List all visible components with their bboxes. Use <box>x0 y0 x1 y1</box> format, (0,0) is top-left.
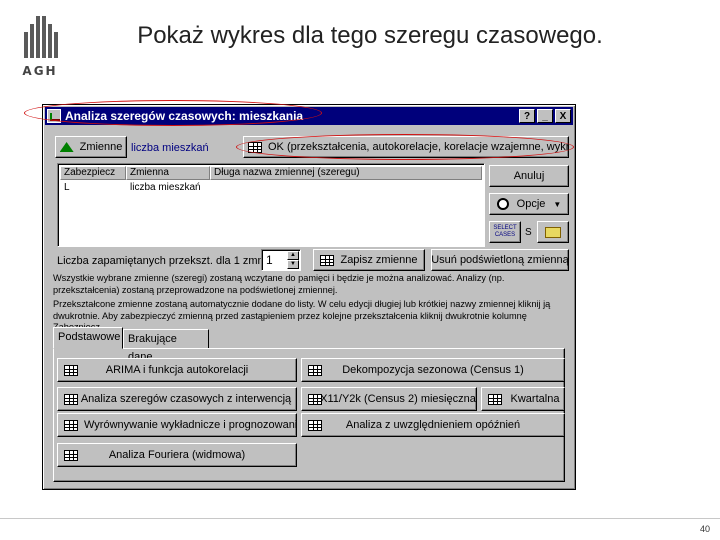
delete-variable-button[interactable]: Usuń podświetloną zmienną <box>431 249 569 271</box>
quarterly-label: Kwartalna <box>510 393 560 405</box>
grid-icon <box>64 364 78 376</box>
time-series-dialog: Analiza szeregów czasowych: mieszkania ?… <box>42 104 576 490</box>
fourier-analysis-label: Analiza Fouriera (widmowa) <box>108 449 246 461</box>
x11-monthly-label: X11/Y2k (Census 2) miesięczna <box>320 393 476 405</box>
grid-icon <box>64 393 78 405</box>
column-header-variable[interactable]: Zmienna <box>126 166 210 180</box>
column-header-protect[interactable]: Zabezpiecz <box>60 166 126 180</box>
minimize-button[interactable]: _ <box>537 109 553 123</box>
seasonal-decomposition-label: Dekompozycja sezonowa (Census 1) <box>342 364 524 376</box>
variables-button-label: Zmienne <box>79 141 123 153</box>
grid-icon <box>248 141 262 153</box>
tab-basic[interactable]: Podstawowe <box>53 327 123 349</box>
exponential-smoothing-label: Wyrównywanie wykładnicze i prognozowanie <box>84 419 297 431</box>
variables-list[interactable]: Zabezpiecz Zmienna Długa nazwa zmiennej … <box>57 163 485 247</box>
distributed-lags-label: Analiza z uwzględnieniem opóźnień <box>345 419 521 431</box>
list-item-variable: liczba mieszkań <box>130 182 201 193</box>
app-icon <box>47 109 61 123</box>
window-title: Analiza szeregów czasowych: mieszkania <box>65 109 304 123</box>
list-item[interactable]: L liczba mieszkań <box>60 181 482 195</box>
info-paragraph-1: Wszystkie wybrane zmienne (szeregi) zost… <box>53 273 505 295</box>
grid-icon <box>308 393 322 405</box>
grid-icon <box>308 364 322 376</box>
logo-text: AGH <box>22 64 58 78</box>
select-cases-button[interactable]: SELECT CASES <box>489 221 521 243</box>
transforms-count-stepper[interactable]: 1 ▲ ▼ <box>261 249 301 271</box>
select-cases-letter: S <box>525 227 532 238</box>
seasonal-decomposition-button[interactable]: Dekompozycja sezonowa (Census 1) <box>301 358 565 382</box>
logo-emblem <box>22 16 58 58</box>
ok-button[interactable]: OK (przekształcenia, autokorelacje, kore… <box>243 136 569 158</box>
select-cases-line2: CASES <box>494 232 516 238</box>
arima-button-label: ARIMA i funkcja autokorelacji <box>105 364 249 376</box>
stepper-down-icon[interactable]: ▼ <box>287 260 299 269</box>
magnifier-icon <box>496 198 509 210</box>
variables-icon <box>59 142 74 152</box>
page-number: 40 <box>699 524 710 534</box>
transforms-count-label: Liczba zapamiętanych przekszt. dla 1 zmn… <box>57 255 267 267</box>
list-item-long-name <box>210 181 482 195</box>
save-variables-button[interactable]: Zapisz zmienne <box>313 249 425 271</box>
interrupted-series-label: Analiza szeregów czasowych z interwencją <box>80 393 292 405</box>
exponential-smoothing-button[interactable]: Wyrównywanie wykładnicze i prognozowanie <box>57 413 297 437</box>
interrupted-series-button[interactable]: Analiza szeregów czasowych z interwencją <box>57 387 297 411</box>
ok-button-label: OK (przekształcenia, autokorelacje, kore… <box>268 141 569 153</box>
footer-divider <box>0 518 720 519</box>
column-header-long-name[interactable]: Długa nazwa zmiennej (szeregu) <box>210 166 482 180</box>
selected-variables: liczba mieszkań <box>131 142 209 154</box>
select-cases-line1: SELECT <box>493 225 517 231</box>
transforms-count-value: 1 <box>266 253 273 267</box>
chevron-down-icon: ▼ <box>553 199 562 209</box>
list-item-protect: L <box>64 182 70 193</box>
options-button-label: Opcje <box>516 198 546 210</box>
arima-button[interactable]: ARIMA i funkcja autokorelacji <box>57 358 297 382</box>
slide-title: Pokaż wykres dla tego szeregu czasowego. <box>137 22 603 49</box>
distributed-lags-button[interactable]: Analiza z uwzględnieniem opóźnień <box>301 413 565 437</box>
save-variables-label: Zapisz zmienne <box>340 254 418 266</box>
help-button[interactable]: ? <box>519 109 535 123</box>
open-folder-button[interactable] <box>537 221 569 243</box>
grid-icon <box>488 393 502 405</box>
list-header: Zabezpiecz Zmienna Długa nazwa zmiennej … <box>60 166 482 180</box>
title-bar[interactable]: Analiza szeregów czasowych: mieszkania ?… <box>45 107 573 125</box>
folder-icon <box>545 226 561 238</box>
grid-icon <box>320 254 335 266</box>
grid-icon <box>64 449 78 461</box>
grid-icon <box>308 419 322 431</box>
tab-missing-data[interactable]: Brakujące dane <box>123 329 209 363</box>
options-button[interactable]: Opcje ▼ <box>489 193 569 215</box>
quarterly-button[interactable]: Kwartalna <box>481 387 565 411</box>
close-button[interactable]: X <box>555 109 571 123</box>
stepper-up-icon[interactable]: ▲ <box>287 251 299 260</box>
x11-monthly-button[interactable]: X11/Y2k (Census 2) miesięczna <box>301 387 477 411</box>
fourier-analysis-button[interactable]: Analiza Fouriera (widmowa) <box>57 443 297 467</box>
cancel-button[interactable]: Anuluj <box>489 165 569 187</box>
grid-icon <box>64 419 78 431</box>
agh-logo: AGH <box>18 12 62 78</box>
variables-button[interactable]: Zmienne <box>55 136 127 158</box>
